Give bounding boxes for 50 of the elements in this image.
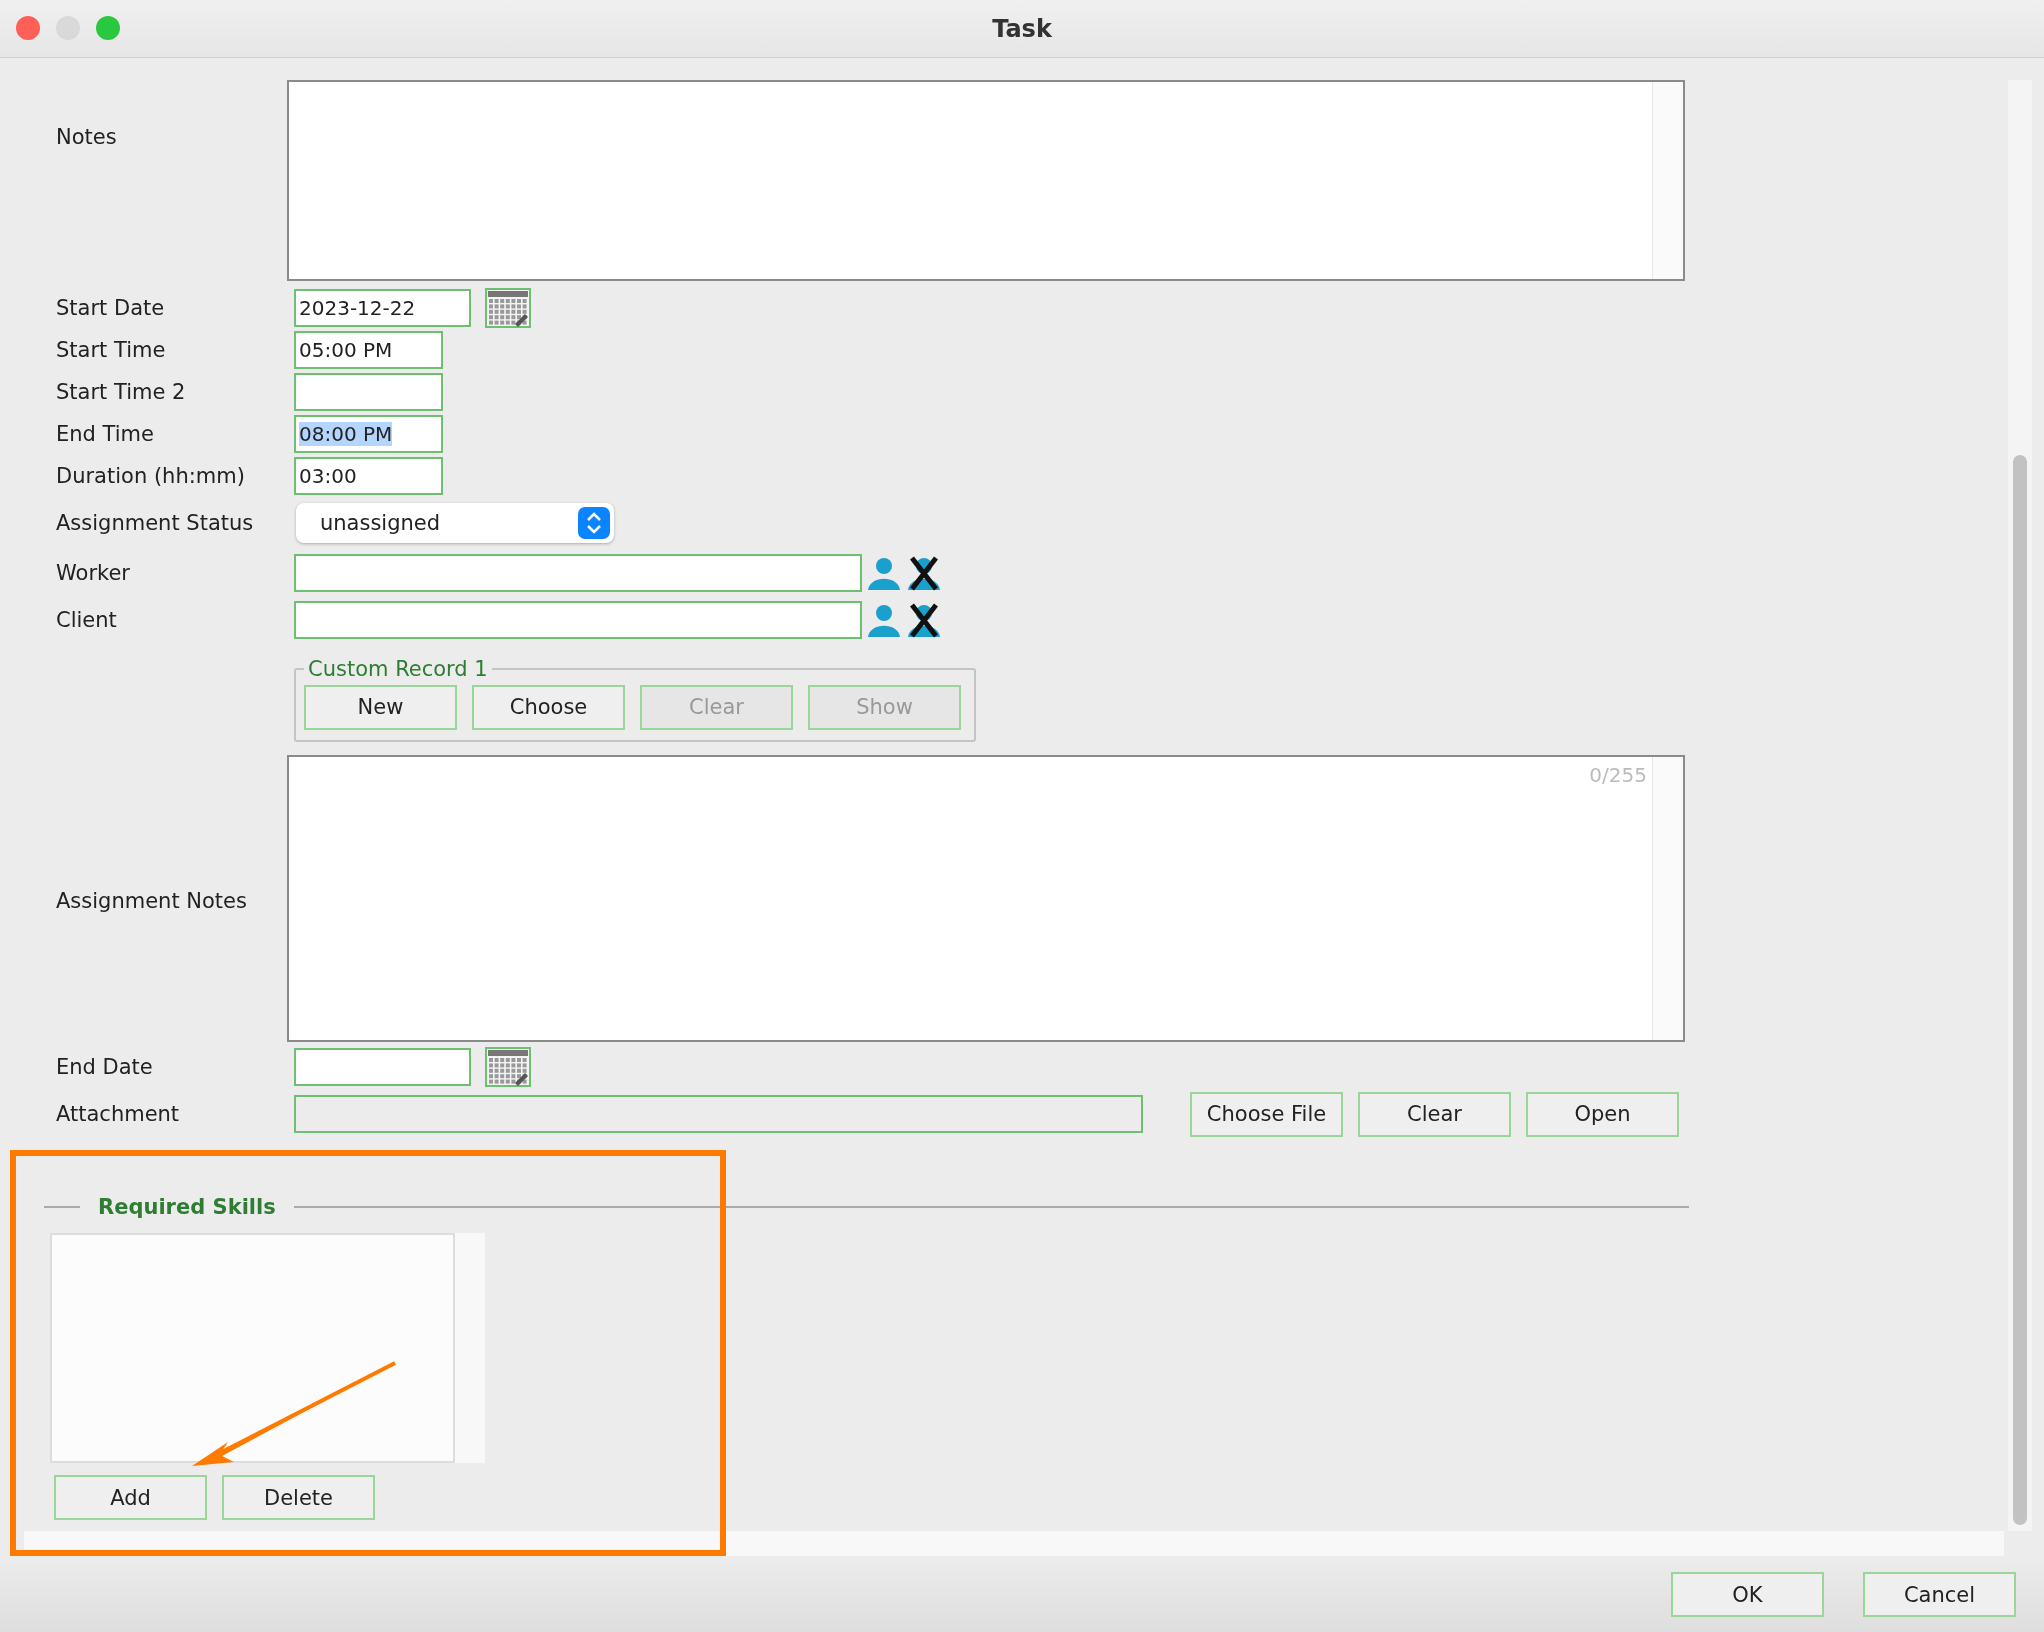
date-field[interactable] xyxy=(294,1048,471,1086)
close-button[interactable] xyxy=(16,16,40,40)
horizontal-scrollbar-track[interactable] xyxy=(24,1531,2004,1556)
group-legend: Custom Record 1 xyxy=(304,656,492,681)
field-label: Notes xyxy=(56,125,118,149)
time-field[interactable] xyxy=(294,373,443,411)
calendar-icon[interactable] xyxy=(485,1047,531,1087)
button[interactable]: OK xyxy=(1671,1572,1824,1617)
calendar-icon[interactable] xyxy=(485,288,531,328)
clear-person-icon[interactable] xyxy=(906,554,942,591)
field-label: Start Time 2 xyxy=(56,380,187,404)
time-field[interactable]: 05:00 PM xyxy=(294,331,443,369)
clear-person-icon[interactable] xyxy=(906,601,942,638)
character-counter: 0/255 xyxy=(1589,763,1647,787)
scrollbar-track[interactable] xyxy=(2008,80,2032,1531)
section-title: Required Skills xyxy=(98,1195,276,1219)
date-field[interactable]: 2023-12-22 xyxy=(294,289,471,327)
field-label: End Date xyxy=(56,1055,154,1079)
button[interactable]: New xyxy=(304,684,457,730)
button[interactable]: Clear xyxy=(1358,1091,1511,1137)
time-field[interactable]: 08:00 PM xyxy=(294,415,443,453)
button[interactable]: Add xyxy=(54,1475,207,1520)
field-label: Assignment Notes xyxy=(56,888,248,913)
scrollbar-track[interactable] xyxy=(455,1233,485,1463)
button[interactable]: Delete xyxy=(222,1475,375,1520)
text-area[interactable] xyxy=(287,80,1685,281)
lookup-field[interactable] xyxy=(294,553,862,592)
field-label: End Time xyxy=(56,422,155,446)
zoom-button[interactable] xyxy=(96,16,120,40)
field-label: Start Date xyxy=(56,296,166,320)
lookup-field[interactable] xyxy=(294,600,862,639)
field-label: Start Time xyxy=(56,338,167,362)
time-field[interactable]: 03:00 xyxy=(294,457,443,495)
skills-list[interactable] xyxy=(50,1233,455,1463)
button[interactable]: Choose xyxy=(472,684,625,730)
dropdown-stepper-icon xyxy=(578,507,610,539)
field-label: Duration (hh:mm) xyxy=(56,464,246,488)
scrollbar-track[interactable] xyxy=(1652,757,1683,1040)
field-label: Worker xyxy=(56,560,131,585)
button[interactable]: Cancel xyxy=(1863,1572,2016,1617)
button[interactable]: Open xyxy=(1526,1091,1679,1137)
button[interactable]: Choose File xyxy=(1190,1091,1343,1137)
scrollbar-track[interactable] xyxy=(1652,82,1683,279)
field-label: Client xyxy=(56,607,118,632)
status-dropdown[interactable]: unassigned xyxy=(296,503,614,543)
field-label: Assignment Status xyxy=(56,511,255,535)
field-label: Attachment xyxy=(56,1102,181,1126)
scrollbar-thumb[interactable] xyxy=(2013,455,2027,1525)
window-title: Task xyxy=(992,14,1052,43)
attachment-field[interactable] xyxy=(294,1095,1143,1133)
